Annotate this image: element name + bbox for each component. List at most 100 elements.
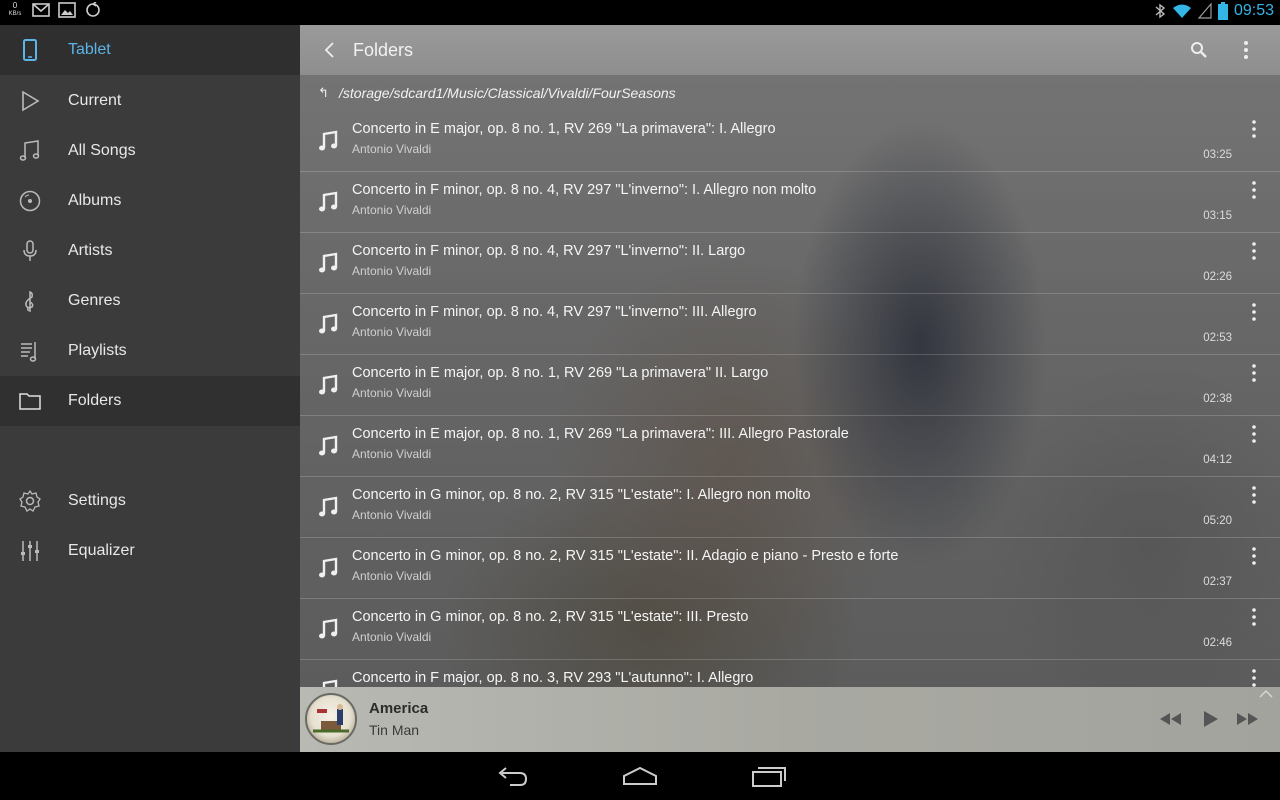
music-note-icon bbox=[319, 252, 338, 273]
song-title: Concerto in G minor, op. 8 no. 2, RV 315… bbox=[352, 487, 811, 503]
sidebar-item-albums[interactable]: Albums bbox=[0, 176, 300, 226]
sidebar-item-genres[interactable]: Genres bbox=[0, 276, 300, 326]
home-icon[interactable] bbox=[622, 764, 658, 788]
music-note-icon bbox=[319, 496, 338, 517]
overflow-menu-icon[interactable] bbox=[1248, 363, 1260, 383]
song-artist: Antonio Vivaldi bbox=[352, 630, 432, 644]
music-note-icon bbox=[319, 130, 338, 151]
folder-icon bbox=[19, 393, 41, 410]
now-playing-bar[interactable]: America Tin Man bbox=[300, 687, 1280, 752]
overflow-menu-icon[interactable] bbox=[1236, 38, 1256, 62]
overflow-menu-icon[interactable] bbox=[1248, 485, 1260, 505]
sidebar-item-artists[interactable]: Artists bbox=[0, 226, 300, 276]
song-title: Concerto in E major, op. 8 no. 1, RV 269… bbox=[352, 121, 776, 137]
sidebar-item-label: Settings bbox=[68, 492, 126, 509]
overflow-menu-icon[interactable] bbox=[1248, 546, 1260, 566]
music-note-icon bbox=[322, 679, 338, 687]
sidebar-item-current[interactable]: Current bbox=[0, 76, 300, 126]
album-art-image bbox=[313, 704, 349, 733]
page-title: Folders bbox=[353, 40, 414, 60]
sidebar-item-label: Genres bbox=[68, 292, 121, 309]
song-artist: Antonio Vivaldi bbox=[352, 142, 432, 156]
sidebar-item-label: Current bbox=[68, 92, 122, 109]
sidebar-item-label: Albums bbox=[68, 192, 122, 209]
song-duration: 04:12 bbox=[1203, 454, 1232, 466]
song-artist: Antonio Vivaldi bbox=[352, 386, 432, 400]
music-notes-icon bbox=[19, 140, 40, 161]
sidebar-item-label: All Songs bbox=[68, 142, 136, 159]
image-icon bbox=[58, 2, 76, 18]
play-icon[interactable] bbox=[1196, 707, 1224, 731]
overflow-menu-icon[interactable] bbox=[1248, 119, 1260, 139]
song-artist: Antonio Vivaldi bbox=[352, 325, 432, 339]
song-row[interactable]: Concerto in F minor, op. 8 no. 4, RV 297… bbox=[300, 172, 1280, 233]
song-title: Concerto in F minor, op. 8 no. 4, RV 297… bbox=[352, 243, 746, 259]
sidebar-item-all-songs[interactable]: All Songs bbox=[0, 126, 300, 176]
now-playing-artist: Tin Man bbox=[369, 722, 420, 738]
song-row[interactable]: Concerto in F minor, op. 8 no. 4, RV 297… bbox=[300, 294, 1280, 355]
sidebar-item-equalizer[interactable]: Equalizer bbox=[0, 526, 300, 576]
parent-folder-icon[interactable]: ↰ bbox=[318, 85, 329, 101]
song-duration: 05:20 bbox=[1203, 515, 1232, 527]
sidebar-item-folders[interactable]: Folders bbox=[0, 376, 300, 426]
song-row[interactable]: Concerto in F minor, op. 8 no. 4, RV 297… bbox=[300, 233, 1280, 294]
song-row[interactable]: Concerto in G minor, op. 8 no. 2, RV 315… bbox=[300, 599, 1280, 660]
bluetooth-icon bbox=[1155, 3, 1166, 19]
overflow-menu-icon[interactable] bbox=[1248, 424, 1260, 444]
music-note-icon bbox=[319, 557, 338, 578]
sidebar-item-tablet[interactable]: Tablet bbox=[0, 25, 300, 75]
microphone-icon bbox=[23, 240, 37, 261]
song-row[interactable]: Concerto in G minor, op. 8 no. 2, RV 315… bbox=[300, 538, 1280, 599]
mail-icon bbox=[32, 3, 50, 17]
song-row[interactable]: Concerto in G minor, op. 8 no. 2, RV 315… bbox=[300, 477, 1280, 538]
song-title: Concerto in F minor, op. 8 no. 4, RV 297… bbox=[352, 182, 817, 198]
music-note-icon bbox=[319, 191, 338, 212]
battery-icon bbox=[1217, 2, 1228, 20]
system-navigation-bar bbox=[0, 752, 1280, 800]
now-playing-title: America bbox=[369, 700, 429, 717]
sidebar-item-label: Tablet bbox=[68, 41, 111, 58]
playlist-icon bbox=[21, 342, 37, 362]
song-artist: Antonio Vivaldi bbox=[352, 447, 432, 461]
overflow-menu-icon[interactable] bbox=[1248, 302, 1260, 322]
sidebar-item-playlists[interactable]: Playlists bbox=[0, 326, 300, 376]
overflow-menu-icon[interactable] bbox=[1248, 668, 1260, 687]
song-row[interactable]: Concerto in F major, op. 8 no. 3, RV 293… bbox=[300, 660, 1280, 687]
network-speed-unit: KB/s bbox=[8, 11, 22, 17]
back-icon[interactable] bbox=[494, 764, 530, 788]
album-art[interactable] bbox=[305, 693, 357, 745]
wifi-icon bbox=[1172, 4, 1191, 18]
back-arrow-icon[interactable] bbox=[318, 38, 342, 62]
sidebar-item-settings[interactable]: Settings bbox=[0, 476, 300, 526]
overflow-menu-icon[interactable] bbox=[1248, 607, 1260, 627]
song-artist: Antonio Vivaldi bbox=[352, 203, 432, 217]
overflow-menu-icon[interactable] bbox=[1248, 241, 1260, 261]
recent-apps-icon[interactable] bbox=[751, 764, 787, 788]
song-row[interactable]: Concerto in E major, op. 8 no. 1, RV 269… bbox=[300, 416, 1280, 477]
song-duration: 02:37 bbox=[1203, 576, 1232, 588]
song-row[interactable]: Concerto in E major, op. 8 no. 1, RV 269… bbox=[300, 111, 1280, 172]
song-title: Concerto in G minor, op. 8 no. 2, RV 315… bbox=[352, 609, 749, 625]
song-row[interactable]: Concerto in E major, op. 8 no. 1, RV 269… bbox=[300, 355, 1280, 416]
music-note-icon bbox=[319, 374, 338, 395]
song-duration: 02:38 bbox=[1203, 393, 1232, 405]
sidebar-item-label: Artists bbox=[68, 242, 113, 259]
folder-path-bar[interactable]: ↰ /storage/sdcard1/Music/Classical/Vival… bbox=[300, 75, 1280, 111]
sidebar-item-label: Folders bbox=[68, 392, 122, 409]
main-content: Folders ↰ /storage/sdcard1/Music/Classic… bbox=[300, 25, 1280, 687]
song-artist: Antonio Vivaldi bbox=[352, 508, 432, 522]
music-note-icon bbox=[319, 618, 338, 639]
navigation-drawer: Tablet Current All Songs Albums Artists … bbox=[0, 25, 300, 752]
tablet-icon bbox=[23, 39, 37, 61]
network-speed-value: 0 bbox=[12, 1, 18, 10]
song-title: Concerto in E major, op. 8 no. 1, RV 269… bbox=[352, 426, 849, 442]
overflow-menu-icon[interactable] bbox=[1248, 180, 1260, 200]
song-duration: 03:25 bbox=[1203, 149, 1232, 161]
chevron-up-icon[interactable] bbox=[1258, 689, 1274, 699]
music-note-icon bbox=[319, 435, 338, 456]
search-icon[interactable] bbox=[1188, 39, 1210, 61]
fast-forward-icon[interactable] bbox=[1234, 707, 1262, 731]
signal-icon bbox=[1197, 3, 1212, 19]
rewind-icon[interactable] bbox=[1156, 707, 1184, 731]
equalizer-icon bbox=[21, 541, 39, 561]
